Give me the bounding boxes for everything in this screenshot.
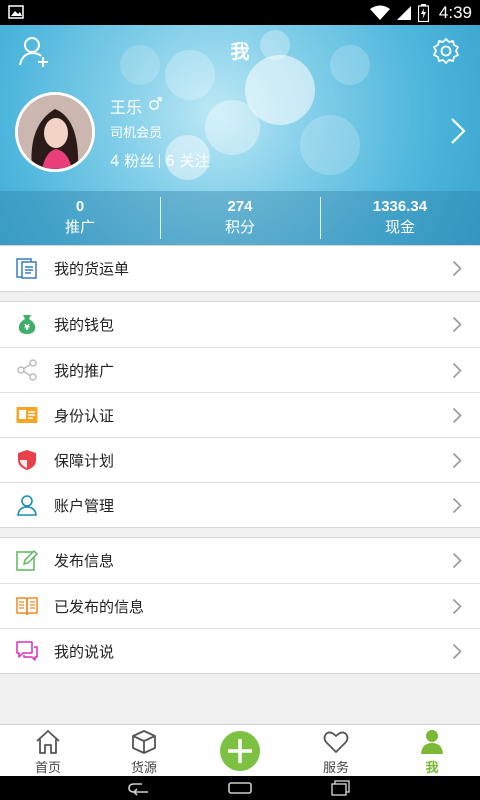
chevron-right-icon <box>452 497 462 514</box>
page-title: 我 <box>230 41 250 63</box>
menu-item-account-management[interactable]: 账户管理 <box>0 482 480 527</box>
tab-service[interactable]: 服务 <box>288 725 384 776</box>
stat-value: 0 <box>75 198 85 215</box>
shield-icon <box>18 450 36 470</box>
menu-item-published[interactable]: 已发布的信息 <box>0 583 480 628</box>
home-button-icon[interactable] <box>228 780 252 796</box>
menu-item-publish[interactable]: 发布信息 <box>0 538 480 583</box>
user-name: 王乐 <box>110 98 143 117</box>
stat-label: 推广 <box>64 218 95 236</box>
chevron-right-icon <box>452 643 462 660</box>
member-type: 司机会员 <box>110 126 163 141</box>
plus-icon <box>228 739 252 763</box>
heart-icon <box>323 731 349 753</box>
status-time: 4:39 <box>438 2 472 22</box>
chevron-right-icon[interactable] <box>450 117 466 145</box>
stat-promotion[interactable]: 0 推广 <box>0 191 160 245</box>
menu-item-promotion[interactable]: 我的推广 <box>0 347 480 392</box>
menu-label: 发布信息 <box>54 552 115 570</box>
id-card-icon <box>16 407 38 423</box>
system-nav-bar <box>0 776 480 800</box>
box-icon <box>132 730 156 754</box>
menu-label: 我的钱包 <box>54 316 115 334</box>
signal-icon <box>396 5 411 20</box>
tab-label: 首页 <box>34 761 61 776</box>
share-icon <box>17 359 37 381</box>
stats-bar: 0 推广 274 积分 1336.34 现金 <box>0 191 480 245</box>
menu-group-orders: 我的货运单 <box>0 245 480 292</box>
chevron-right-icon <box>452 362 462 379</box>
chevron-right-icon <box>452 260 462 277</box>
chevron-right-icon <box>452 407 462 424</box>
stat-points[interactable]: 274 积分 <box>160 191 320 245</box>
tab-label: 货源 <box>130 761 157 776</box>
chevron-right-icon <box>452 598 462 615</box>
tab-goods[interactable]: 货源 <box>96 725 192 776</box>
menu-label: 我的货运单 <box>54 260 130 278</box>
menu-label: 我的推广 <box>54 361 115 380</box>
gear-icon[interactable] <box>432 37 460 65</box>
avatar[interactable] <box>15 92 95 172</box>
user-icon <box>17 495 37 516</box>
tab-me[interactable]: 我 <box>384 725 480 776</box>
wifi-icon <box>369 5 390 20</box>
menu-item-identity[interactable]: 身份认证 <box>0 392 480 437</box>
edit-icon <box>16 549 38 571</box>
home-icon <box>36 730 60 754</box>
following-count[interactable]: 6 关注 <box>165 150 209 171</box>
wallet-icon: ¥ <box>18 315 36 334</box>
menu-group-account: ¥ 我的钱包 我的推广 身份认证 保障计划 账户管理 <box>0 301 480 528</box>
menu-label: 已发布的信息 <box>54 597 145 616</box>
bottom-nav: 首页 货源 服务 我 <box>0 724 480 776</box>
tab-add[interactable] <box>192 725 288 776</box>
svg-text:¥: ¥ <box>24 323 30 332</box>
waybill-icon <box>16 258 37 279</box>
menu-group-posts: 发布信息 已发布的信息 我的说说 <box>0 537 480 674</box>
back-icon[interactable] <box>128 780 150 796</box>
stat-value: 1336.34 <box>372 198 428 215</box>
tab-label: 我 <box>425 761 439 776</box>
follow-stats: 4 粉丝 6 关注 <box>110 150 210 171</box>
battery-icon <box>417 3 429 22</box>
chevron-right-icon <box>452 552 462 569</box>
divider <box>159 153 161 168</box>
stat-value: 274 <box>227 198 253 215</box>
male-icon <box>149 97 162 110</box>
menu-item-wallet[interactable]: ¥ 我的钱包 <box>0 302 480 347</box>
fans-count[interactable]: 4 粉丝 <box>110 150 154 171</box>
gallery-icon <box>8 5 24 19</box>
tab-label: 服务 <box>322 761 349 776</box>
chat-icon <box>16 641 38 661</box>
chevron-right-icon <box>452 452 462 469</box>
profile-header: 我 王乐 司机会员 4 粉丝 6 关注 0 推广 274 积分 1336.34 … <box>0 25 480 245</box>
menu-label: 身份认证 <box>54 406 115 425</box>
recent-apps-icon[interactable] <box>331 780 351 796</box>
menu-label: 我的说说 <box>54 642 115 661</box>
stat-label: 积分 <box>224 218 255 236</box>
chevron-right-icon <box>452 316 462 333</box>
status-bar: 4:39 <box>0 0 480 25</box>
menu-item-waybill[interactable]: 我的货运单 <box>0 246 480 291</box>
person-icon <box>421 730 443 754</box>
menu-label: 保障计划 <box>54 451 115 470</box>
menu-item-protection[interactable]: 保障计划 <box>0 437 480 482</box>
tab-home[interactable]: 首页 <box>0 725 96 776</box>
add-button[interactable] <box>220 731 260 771</box>
menu-item-moments[interactable]: 我的说说 <box>0 628 480 673</box>
stat-cash[interactable]: 1336.34 现金 <box>320 191 480 245</box>
book-icon <box>16 597 38 616</box>
menu-label: 账户管理 <box>54 496 115 515</box>
stat-label: 现金 <box>384 218 415 236</box>
